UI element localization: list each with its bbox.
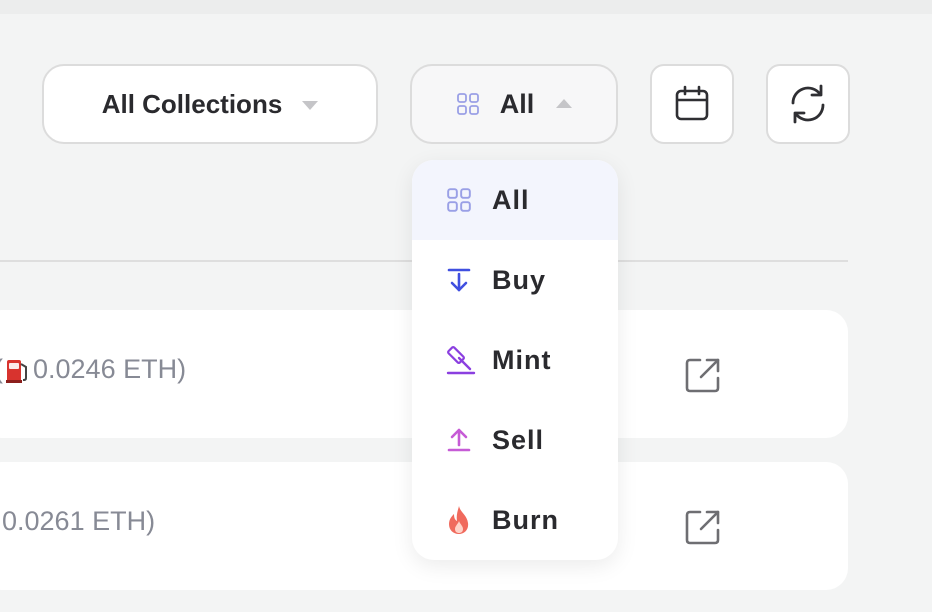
- download-arrow-icon: [446, 267, 472, 293]
- external-link-icon[interactable]: [684, 508, 722, 546]
- menu-item-label: Sell: [492, 424, 545, 455]
- upload-arrow-icon: [446, 427, 472, 453]
- grid-icon: [456, 92, 480, 116]
- chevron-up-icon: [556, 98, 573, 108]
- menu-item-all[interactable]: All: [412, 160, 618, 240]
- menu-item-buy[interactable]: Buy: [412, 240, 618, 320]
- menu-item-label: Buy: [492, 264, 547, 295]
- menu-item-burn[interactable]: Burn: [412, 480, 618, 560]
- gas-fee: 0.0261 ETH): [0, 506, 155, 537]
- gas-fee-value: 0.0246 ETH): [33, 354, 187, 384]
- menu-item-label: Burn: [492, 504, 559, 535]
- flame-icon: [446, 505, 472, 535]
- calendar-icon: [673, 85, 711, 123]
- type-dropdown-menu: All Buy Mint Sell Burn: [412, 160, 618, 560]
- calendar-button[interactable]: [650, 64, 734, 144]
- type-dropdown[interactable]: All: [410, 64, 618, 144]
- collections-dropdown-label: All Collections: [101, 88, 283, 119]
- refresh-button[interactable]: [766, 64, 850, 144]
- gas-fee: ( 0.0246 ETH): [0, 354, 186, 385]
- gas-fee-value: 0.0261 ETH): [2, 506, 156, 536]
- refresh-icon: [785, 81, 831, 127]
- gas-fee-prefix: (: [0, 354, 3, 385]
- type-dropdown-label: All: [499, 88, 535, 119]
- collections-dropdown[interactable]: All Collections: [42, 64, 378, 144]
- menu-item-sell[interactable]: Sell: [412, 400, 618, 480]
- chevron-down-icon: [302, 100, 319, 110]
- menu-item-mint[interactable]: Mint: [412, 320, 618, 400]
- external-link-icon[interactable]: [684, 356, 722, 394]
- fuel-pump-icon: [5, 356, 29, 384]
- gavel-icon: [446, 345, 476, 375]
- grid-icon: [446, 187, 472, 213]
- top-strip: [0, 0, 932, 14]
- menu-item-label: All: [492, 184, 530, 215]
- menu-item-label: Mint: [492, 344, 552, 375]
